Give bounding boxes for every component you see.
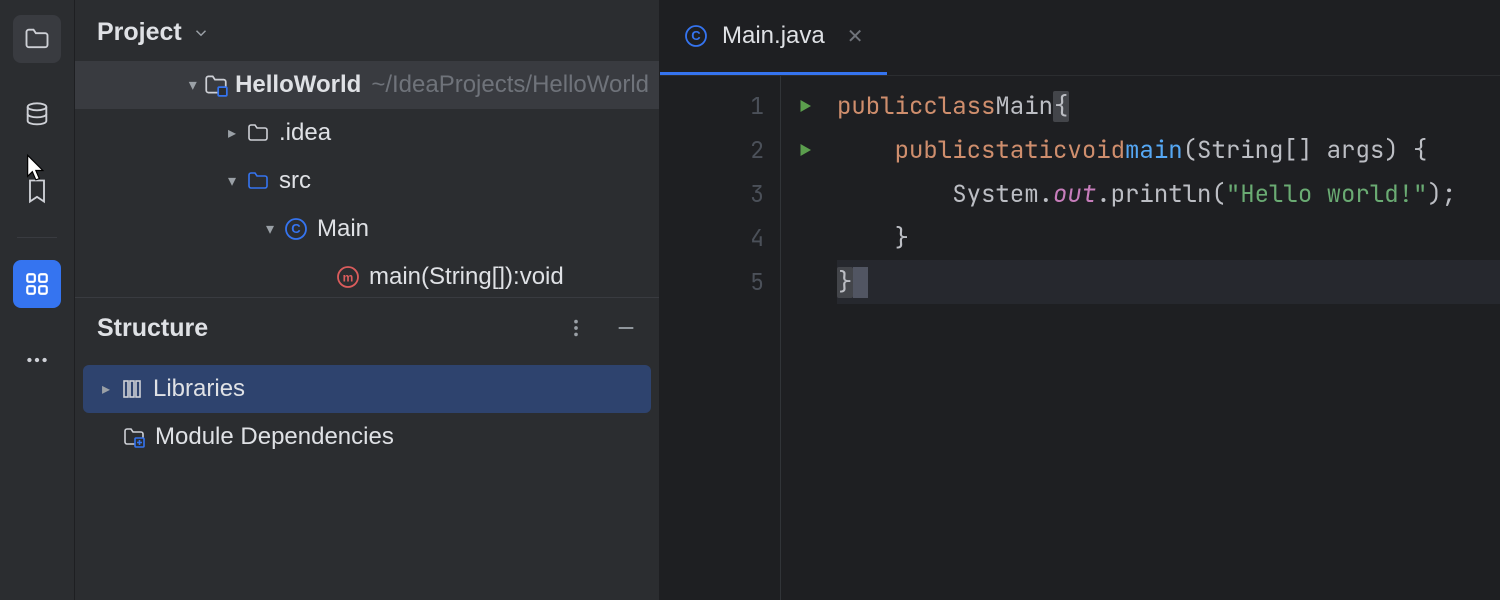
gutter-line[interactable]: 2 — [660, 128, 780, 172]
library-icon — [117, 377, 147, 401]
class-icon: C — [684, 24, 708, 48]
class-icon: C — [281, 217, 311, 241]
structure-item-label: Module Dependencies — [155, 423, 394, 451]
structure-panel-title: Structure — [97, 314, 208, 343]
svg-text:C: C — [291, 221, 301, 236]
chevron-right-icon: ▸ — [95, 379, 117, 399]
editor-tab-label: Main.java — [722, 22, 825, 50]
project-tree: ▾ HelloWorld ~/IdeaProjects/HelloWorld ▸… — [75, 61, 659, 297]
code-line: public static void main(String[] args) { — [837, 128, 1500, 172]
tree-row-main-method[interactable]: m main(String[]):void — [75, 253, 659, 297]
chevron-down-icon: ▾ — [183, 75, 203, 95]
gutter-line[interactable]: 4 — [660, 216, 780, 260]
method-icon: m — [333, 265, 363, 289]
tree-row-main-class[interactable]: ▾ C Main — [75, 205, 659, 253]
project-root-label: HelloWorld — [235, 71, 361, 99]
code-area[interactable]: 1 2 3 4 5 public class Main { public sta… — [660, 76, 1500, 600]
gutter-line[interactable]: 5 — [660, 260, 780, 304]
tree-row-idea[interactable]: ▸ .idea — [75, 109, 659, 157]
tree-item-label: .idea — [279, 119, 331, 147]
tree-item-label: src — [279, 167, 311, 195]
gutter-line[interactable]: 3 — [660, 172, 780, 216]
tree-row-src[interactable]: ▾ src — [75, 157, 659, 205]
folder-icon — [243, 121, 273, 145]
structure-item-label: Libraries — [153, 375, 245, 403]
bookmarks-tool-button[interactable] — [13, 167, 61, 215]
chevron-right-icon: ▸ — [221, 123, 243, 143]
side-panel: Project ▾ HelloWorld ~/IdeaProjects/Hell… — [75, 0, 660, 600]
minimize-icon[interactable] — [615, 317, 637, 339]
chevron-down-icon — [192, 24, 210, 42]
structure-tool-button[interactable] — [13, 260, 61, 308]
chevron-down-icon: ▾ — [259, 219, 281, 239]
toolbar-separator — [17, 237, 57, 238]
close-tab-icon[interactable]: ✕ — [847, 24, 864, 49]
database-icon — [23, 101, 51, 129]
svg-text:C: C — [691, 28, 701, 43]
database-tool-button[interactable] — [13, 91, 61, 139]
project-root-row[interactable]: ▾ HelloWorld ~/IdeaProjects/HelloWorld — [75, 61, 659, 109]
gutter: 1 2 3 4 5 — [660, 76, 780, 600]
left-toolbar — [0, 0, 75, 600]
code-line: } — [837, 216, 1500, 260]
svg-text:m: m — [343, 271, 354, 285]
code-content[interactable]: public class Main { public static void m… — [780, 76, 1500, 600]
project-panel-title: Project — [97, 18, 182, 47]
code-line: public class Main { — [837, 84, 1500, 128]
bookmark-icon — [23, 177, 51, 205]
structure-tree: ▸ Libraries Module Dependencies — [75, 353, 659, 600]
editor-tab-main[interactable]: C Main.java ✕ — [660, 0, 887, 75]
module-icon — [119, 425, 149, 449]
structure-row-module-deps[interactable]: Module Dependencies — [75, 413, 659, 461]
grid-icon — [24, 271, 50, 297]
more-tool-button[interactable] — [13, 336, 61, 384]
chevron-down-icon: ▾ — [221, 171, 243, 191]
folder-icon — [23, 25, 51, 53]
structure-panel-header: Structure — [75, 297, 659, 353]
code-line: System.out.println("Hello world!"); — [837, 172, 1500, 216]
project-root-path: ~/IdeaProjects/HelloWorld — [371, 71, 649, 99]
kebab-menu-icon[interactable] — [565, 317, 587, 339]
editor-area: C Main.java ✕ 1 2 3 4 5 public class Mai… — [660, 0, 1500, 600]
project-tool-button[interactable] — [13, 15, 61, 63]
tree-item-label: main(String[]):void — [369, 263, 564, 291]
project-panel-header[interactable]: Project — [75, 0, 659, 61]
cursor-icon — [23, 153, 51, 181]
run-gutter-icon[interactable] — [796, 141, 814, 159]
project-folder-icon — [203, 72, 230, 98]
editor-tabbar: C Main.java ✕ — [660, 0, 1500, 76]
structure-row-libraries[interactable]: ▸ Libraries — [83, 365, 651, 413]
gutter-line[interactable]: 1 — [660, 84, 780, 128]
more-icon — [24, 347, 50, 373]
code-line-current: } — [837, 260, 1500, 304]
run-gutter-icon[interactable] — [796, 97, 814, 115]
tree-item-label: Main — [317, 215, 369, 243]
source-folder-icon — [243, 169, 273, 193]
